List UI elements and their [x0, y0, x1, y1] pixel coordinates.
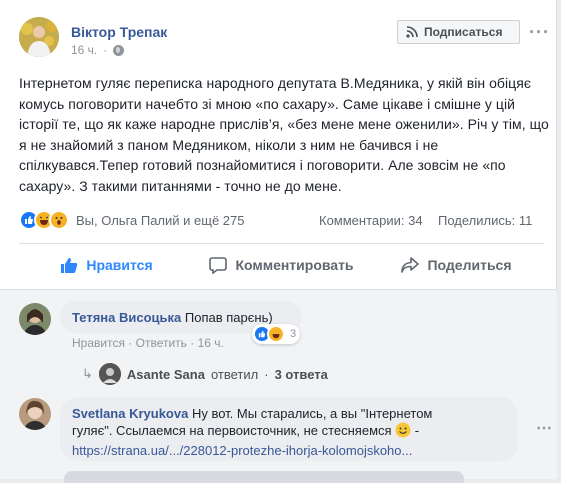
post-time[interactable]: 16 ч. [71, 43, 97, 57]
haha-reaction-icon [267, 325, 285, 343]
comment-text: Попав парєнь) [184, 310, 273, 325]
replier-name: Asante Sana [126, 366, 205, 382]
more-options-icon[interactable]: ··· [529, 22, 550, 43]
comment-reactions[interactable]: 3 [252, 324, 301, 344]
author-name[interactable]: Віктор Трепак [71, 24, 167, 40]
reactors-names[interactable]: Вы, Ольга Палий и ещё 275 [76, 213, 245, 228]
comment-reply-link[interactable]: Ответить [136, 336, 187, 350]
comment-like-link[interactable]: Нравится [72, 336, 125, 350]
share-label: Поделиться [427, 257, 512, 273]
subscribe-label: Подписаться [424, 25, 503, 39]
comments-section: Тетяна Висоцька Попав парєнь) 3 Нравится… [0, 290, 557, 483]
like-label: Нравится [86, 257, 153, 273]
share-icon [401, 257, 420, 273]
commenter-name[interactable]: Тетяна Висоцька [72, 310, 181, 325]
link-preview-image[interactable] [64, 471, 464, 483]
smile-emoji-icon [395, 422, 411, 442]
author-avatar[interactable] [19, 17, 59, 57]
replies-toggle[interactable]: ↳ Asante Sana ответил · 3 ответа [82, 363, 328, 385]
divider [19, 243, 544, 244]
comment-link[interactable]: https://strana.ua/.../228012-protezhe-ih… [72, 442, 506, 459]
comment-icon [209, 257, 228, 274]
comment-reaction-count: 3 [290, 328, 297, 340]
action-bar: Нравится Комментировать Поделиться [19, 246, 544, 284]
commenter-name[interactable]: Svetlana Kryukova [72, 406, 188, 421]
comment-label: Комментировать [235, 257, 354, 273]
comment-button[interactable]: Комментировать [194, 246, 369, 284]
replied-verb: ответил [210, 366, 259, 382]
replier-avatar [98, 363, 121, 385]
comment-time[interactable]: 16 ч. [198, 336, 224, 350]
reactions-summary[interactable]: Вы, Ольга Палий и ещё 275 [19, 210, 245, 230]
comment-text-line2: гуляє". Ссылаемся на первоисточник, не с… [72, 423, 392, 438]
share-button[interactable]: Поделиться [369, 246, 544, 284]
post-meta: 16 ч. · [71, 43, 125, 57]
comment-text-line1: Ну вот. Мы старались, а вы "Інтернетом [191, 406, 433, 421]
commenter-avatar[interactable] [19, 303, 51, 335]
comments-count[interactable]: Комментарии: 34 [319, 213, 423, 228]
shares-count[interactable]: Поделились: 11 [438, 213, 532, 228]
like-button[interactable]: Нравится [19, 246, 194, 284]
reply-arrow-icon: ↳ [82, 366, 93, 381]
replies-count: 3 ответа [274, 366, 328, 382]
globe-icon [113, 44, 125, 56]
comment-options-icon[interactable]: ⋯ [536, 418, 552, 438]
comment-meta: Нравится · Ответить · 16 ч. [72, 336, 224, 350]
post-text: Інтернетом гуляє переписка народного деп… [19, 75, 549, 194]
thumbs-up-icon [61, 258, 78, 273]
comment-text-line2-tail: - [411, 423, 420, 438]
subscribe-button[interactable]: Подписаться [397, 20, 520, 44]
wow-reaction-icon [49, 210, 69, 230]
comment-bubble: Svetlana Kryukova Ну вот. Мы старались, … [60, 397, 518, 461]
commenter-avatar[interactable] [19, 398, 51, 430]
rss-icon [406, 26, 418, 38]
